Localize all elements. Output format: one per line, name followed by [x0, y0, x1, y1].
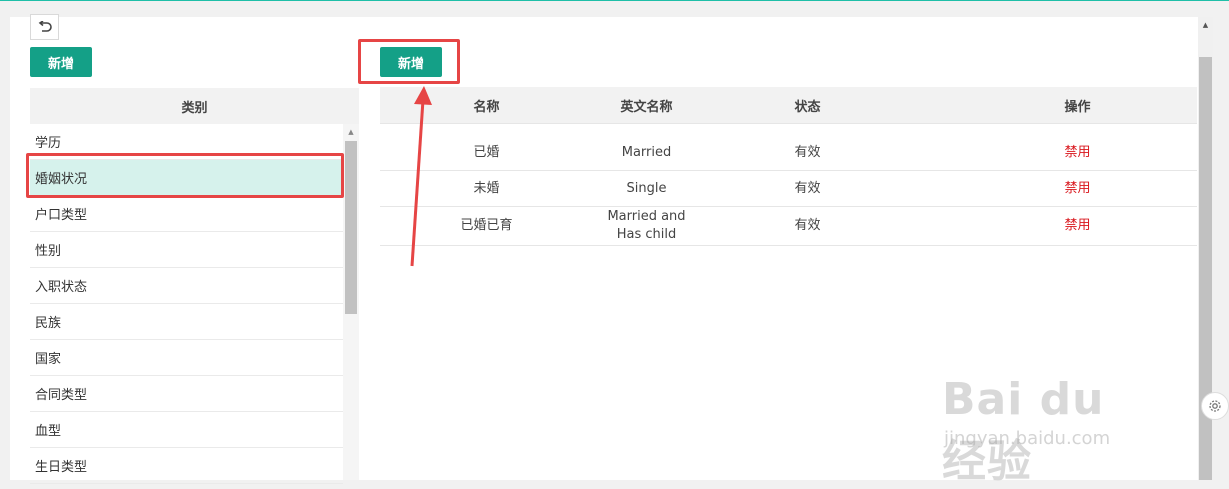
disable-link[interactable]: 禁用 [915, 207, 1229, 245]
category-item-country[interactable]: 国家 [30, 340, 343, 376]
cell-status: 有效 [794, 180, 821, 196]
cell-name: 已婚 [473, 144, 500, 160]
cell-status: 有效 [794, 218, 821, 233]
detail-table-header: 名称 英文名称 状态 操作 [380, 87, 1197, 124]
category-header: 类别 [30, 88, 359, 124]
table-row: 已婚已育 Married and Has child 有效 禁用 [380, 207, 1197, 246]
column-header-operation: 操作 [1064, 99, 1091, 115]
category-item-contract-type[interactable]: 合同类型 [30, 376, 343, 412]
cell-name: 已婚已育 [460, 218, 513, 233]
cell-english-name-line2: Has child [616, 227, 677, 242]
detail-table-body: 已婚 Married 有效 禁用 未婚 Single 有效 禁用 已婚已育 Ma… [380, 135, 1197, 246]
category-item-hukou-type[interactable]: 户口类型 [30, 196, 343, 232]
cell-name: 未婚 [473, 180, 500, 196]
annotation-highlight-marital-status [26, 153, 344, 198]
category-scrollbar-thumb[interactable] [345, 141, 357, 314]
settings-button[interactable] [1201, 392, 1229, 420]
scroll-up-arrow-icon[interactable]: ▲ [343, 126, 359, 138]
annotation-highlight-add-button [358, 39, 460, 84]
top-accent-line [0, 0, 1229, 1]
back-button[interactable] [30, 14, 59, 40]
cell-english-name: Married [621, 144, 672, 160]
column-header-status: 状态 [794, 99, 821, 115]
disable-link[interactable]: 禁用 [915, 135, 1229, 170]
table-row: 已婚 Married 有效 禁用 [380, 135, 1197, 171]
category-item-onboarding-status[interactable]: 入职状态 [30, 268, 343, 304]
category-item-birthday-type[interactable]: 生日类型 [30, 448, 343, 484]
page-scroll-up-arrow-icon[interactable]: ▲ [1198, 19, 1213, 31]
column-header-english-name: 英文名称 [620, 99, 673, 115]
gear-icon [1209, 400, 1221, 412]
cell-english-name: Single [626, 180, 667, 196]
undo-icon [38, 21, 52, 32]
add-category-button[interactable]: 新增 [30, 47, 92, 77]
category-item-blood-type[interactable]: 血型 [30, 412, 343, 448]
category-item-ethnicity[interactable]: 民族 [30, 304, 343, 340]
cell-english-name: Married and Has child [593, 207, 700, 245]
cell-english-name-line1: Married and [607, 209, 686, 224]
category-item-gender[interactable]: 性别 [30, 232, 343, 268]
cell-status: 有效 [794, 144, 821, 160]
disable-link[interactable]: 禁用 [915, 171, 1229, 206]
column-header-name: 名称 [473, 99, 500, 115]
table-row: 未婚 Single 有效 禁用 [380, 171, 1197, 207]
